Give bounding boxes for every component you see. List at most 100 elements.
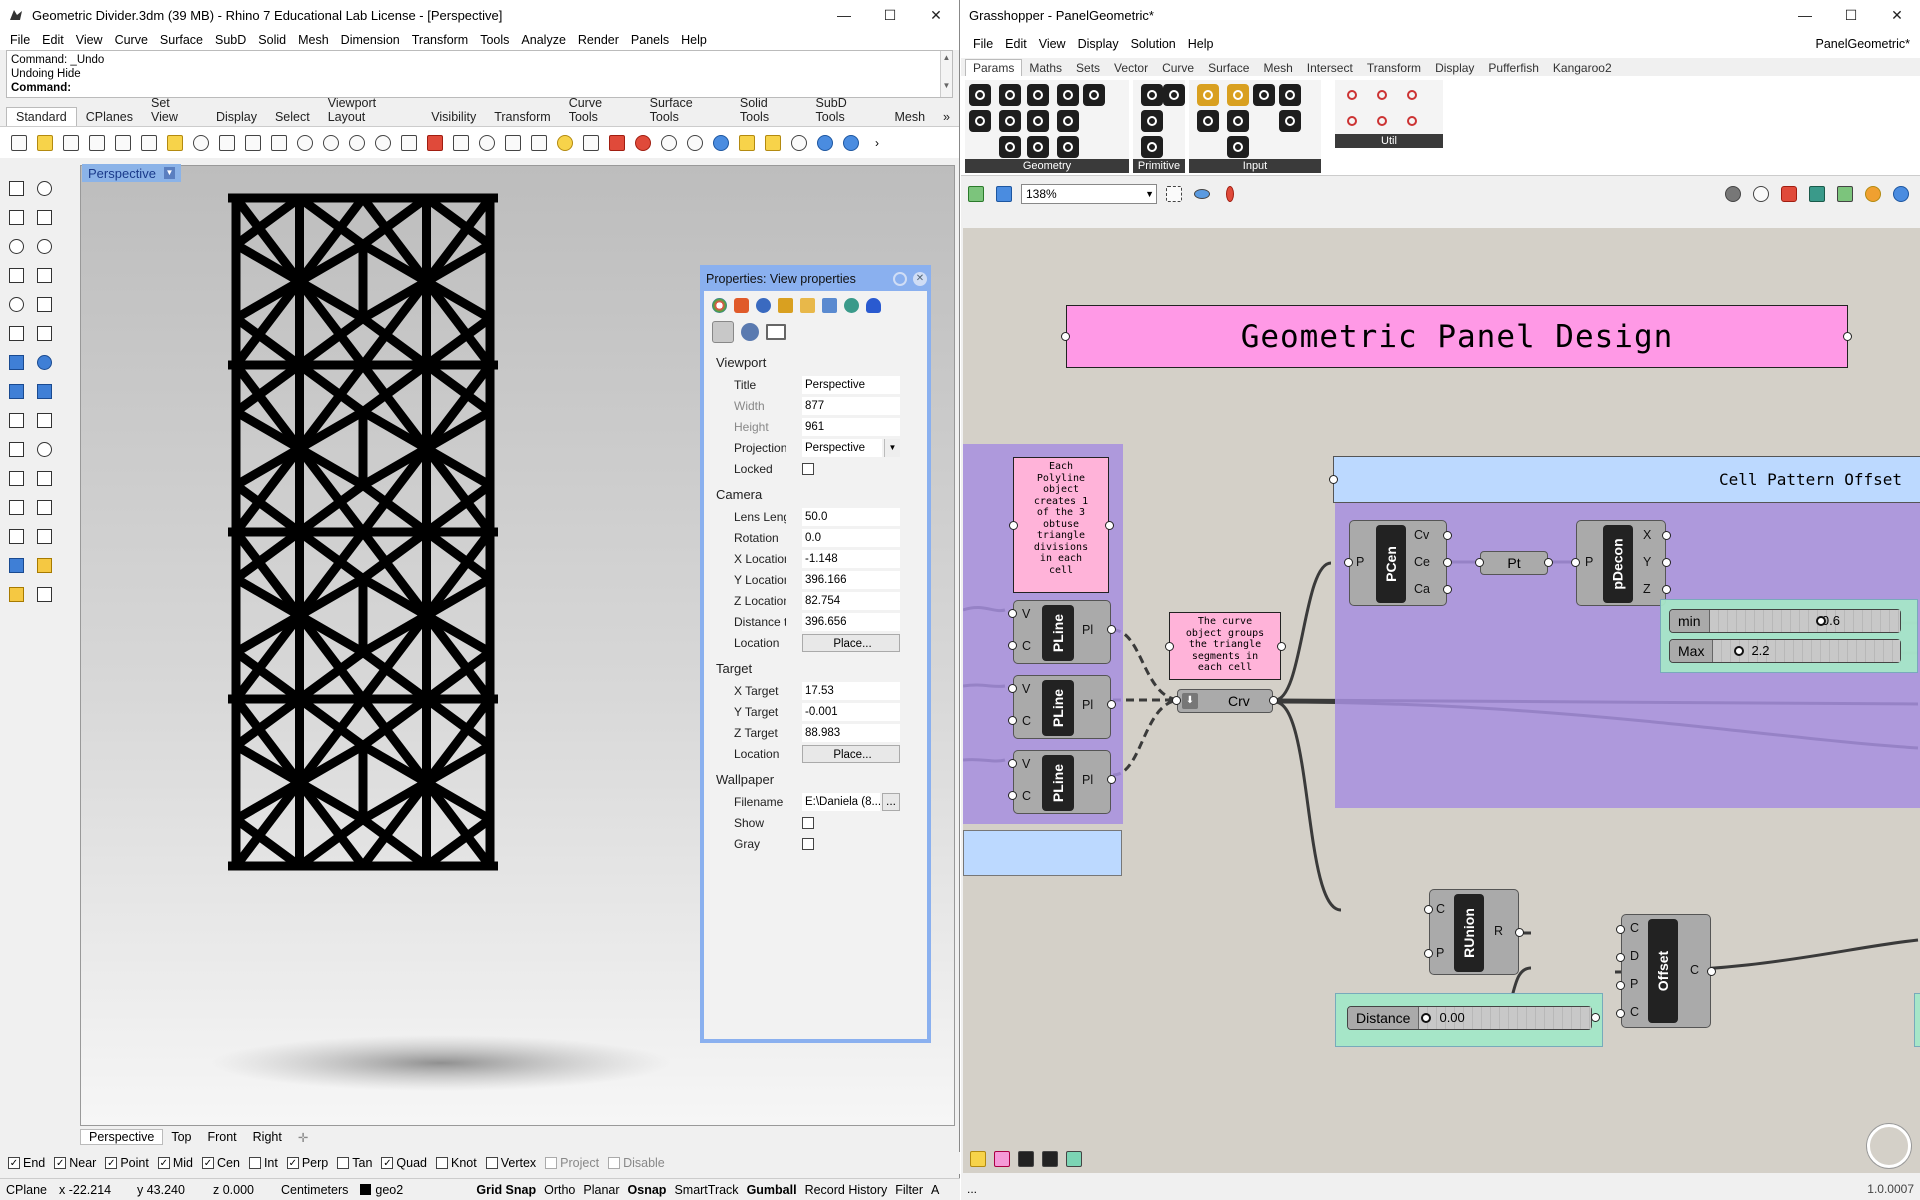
- gh-tab-surface[interactable]: Surface: [1201, 60, 1256, 76]
- ribbon-group-util-label[interactable]: Util: [1335, 134, 1443, 148]
- viewport-title[interactable]: Perspective: [88, 166, 156, 181]
- zoom-extents-icon[interactable]: [1163, 183, 1185, 205]
- gh-tab-sets[interactable]: Sets: [1069, 60, 1107, 76]
- toggle-icon[interactable]: [1197, 110, 1219, 132]
- help-icon[interactable]: [840, 132, 862, 154]
- toolbar-tabs-more[interactable]: »: [934, 108, 959, 126]
- runion-input-c[interactable]: C: [1436, 902, 1445, 916]
- globe-icon[interactable]: [814, 132, 836, 154]
- object-properties-icon[interactable]: [712, 297, 727, 313]
- browse-button[interactable]: ...: [882, 792, 900, 811]
- ribbon-group-geometry-label[interactable]: Geometry: [965, 159, 1129, 173]
- offset-output-grip[interactable]: [1707, 967, 1716, 976]
- offset-input-d[interactable]: D: [1630, 949, 1639, 963]
- runion-p-grip[interactable]: [1424, 949, 1433, 958]
- move-icon[interactable]: [6, 323, 26, 343]
- slider-handle[interactable]: [1421, 1013, 1432, 1023]
- select-icon[interactable]: [528, 132, 550, 154]
- pline-output-pl[interactable]: Pl: [1082, 623, 1093, 637]
- tab-mesh[interactable]: Mesh: [885, 108, 934, 126]
- tab-curve-tools[interactable]: Curve Tools: [560, 94, 641, 126]
- brep-param-icon[interactable]: [999, 136, 1021, 158]
- pan-icon[interactable]: [216, 132, 238, 154]
- zoom-dropdown-icon[interactable]: ▼: [1145, 185, 1154, 203]
- offset-p-grip[interactable]: [1616, 981, 1625, 990]
- ellipse-icon[interactable]: [6, 294, 26, 314]
- list-icon[interactable]: [1253, 84, 1275, 106]
- tab-cplanes[interactable]: CPlanes: [77, 108, 142, 126]
- tab-subd-tools[interactable]: SubD Tools: [807, 94, 886, 126]
- status-toggle-record-history[interactable]: Record History: [801, 1183, 892, 1197]
- loft-icon[interactable]: [6, 410, 26, 430]
- status-layer[interactable]: geo2: [354, 1183, 472, 1197]
- pcen-ca-grip[interactable]: [1443, 585, 1452, 594]
- tab-solid-tools[interactable]: Solid Tools: [731, 94, 807, 126]
- prop-value-y-location[interactable]: 396.166: [802, 570, 900, 589]
- osnap-point-checkbox[interactable]: ✓ Point: [105, 1156, 149, 1170]
- pcen-ce-grip[interactable]: [1443, 558, 1452, 567]
- offset-output-c[interactable]: C: [1690, 963, 1699, 977]
- menu-analyze[interactable]: Analyze: [515, 33, 571, 47]
- title-panel-output-grip[interactable]: [1843, 332, 1852, 341]
- note-curve-out-grip[interactable]: [1277, 642, 1286, 651]
- vector-param-icon[interactable]: [969, 110, 991, 132]
- text-icon[interactable]: [34, 526, 54, 546]
- offset-panel-grip[interactable]: [1329, 475, 1338, 484]
- pline-input-c[interactable]: C: [1022, 639, 1031, 653]
- offset-title-panel[interactable]: Cell Pattern Offset: [1333, 456, 1920, 503]
- ribbon-group-input-label[interactable]: Input: [1189, 159, 1321, 173]
- prop-value-y-target[interactable]: -0.001: [802, 702, 900, 721]
- pline-input-v[interactable]: V: [1022, 607, 1030, 621]
- osnap-quad-checkbox[interactable]: ✓ Quad: [381, 1156, 427, 1170]
- view-tab-right[interactable]: Right: [245, 1130, 290, 1144]
- gradient-icon[interactable]: [1227, 136, 1249, 158]
- pline-input-grip[interactable]: [1008, 716, 1017, 725]
- menu-file[interactable]: File: [4, 33, 36, 47]
- point-param-icon[interactable]: [969, 84, 991, 106]
- rhino-maximize-button[interactable]: ☐: [867, 0, 913, 30]
- open-file-icon[interactable]: [34, 132, 56, 154]
- zoom-icon[interactable]: [294, 132, 316, 154]
- revolve-icon[interactable]: [34, 381, 54, 401]
- mesh-quality-icon[interactable]: [1834, 183, 1856, 205]
- gate-icon[interactable]: [1401, 110, 1423, 132]
- group-icon[interactable]: [34, 497, 54, 517]
- pline-component[interactable]: V C PLine Pl: [1013, 750, 1111, 814]
- jump-icon[interactable]: [1371, 110, 1393, 132]
- prop-value-lens-length[interactable]: 50.0: [802, 507, 900, 526]
- place-button[interactable]: Place...: [802, 744, 900, 763]
- prop-value-title[interactable]: Perspective: [802, 375, 900, 394]
- status-toggle-grid-snap[interactable]: Grid Snap: [472, 1183, 540, 1197]
- status-toggle-smarttrack[interactable]: SmartTrack: [670, 1183, 742, 1197]
- pcen-input-p[interactable]: P: [1356, 555, 1364, 569]
- line-param-icon[interactable]: [1057, 84, 1079, 106]
- pdecon-output-z[interactable]: Z: [1643, 582, 1651, 596]
- command-area[interactable]: Command: _Undo Undoing Hide Command: ▲ ▼: [6, 50, 953, 98]
- offset-input-c2[interactable]: C: [1630, 1005, 1639, 1019]
- status-toggle-gumball[interactable]: Gumball: [743, 1183, 801, 1197]
- status-cplane[interactable]: CPlane: [0, 1183, 53, 1197]
- view-settings-icon[interactable]: [741, 323, 759, 341]
- chevron-down-icon[interactable]: ▼: [884, 438, 900, 457]
- copy-icon[interactable]: [138, 132, 160, 154]
- text-param-icon[interactable]: [1163, 84, 1185, 106]
- menu-panels[interactable]: Panels: [625, 33, 675, 47]
- sweep-icon[interactable]: [34, 410, 54, 430]
- lock-icon[interactable]: [580, 132, 602, 154]
- number-param-icon[interactable]: [1141, 136, 1163, 158]
- dimension-icon[interactable]: [6, 526, 26, 546]
- menu-view[interactable]: View: [70, 33, 109, 47]
- tray-scribble-icon[interactable]: [1039, 1148, 1061, 1170]
- min-slider[interactable]: min 0.6: [1669, 609, 1901, 633]
- gh-menu-display[interactable]: Display: [1072, 37, 1125, 51]
- tree-param-icon[interactable]: [1341, 110, 1363, 132]
- panel-icon[interactable]: [1227, 84, 1249, 106]
- notification-icon[interactable]: [866, 297, 881, 313]
- osnap-end-checkbox[interactable]: ✓ End: [8, 1156, 45, 1170]
- print-icon[interactable]: [86, 132, 108, 154]
- data-dam-icon[interactable]: [1401, 84, 1423, 106]
- color-wheel-icon[interactable]: [632, 132, 654, 154]
- runion-output-r[interactable]: R: [1494, 924, 1503, 938]
- tab-surface-tools[interactable]: Surface Tools: [641, 94, 731, 126]
- car-icon[interactable]: [424, 132, 446, 154]
